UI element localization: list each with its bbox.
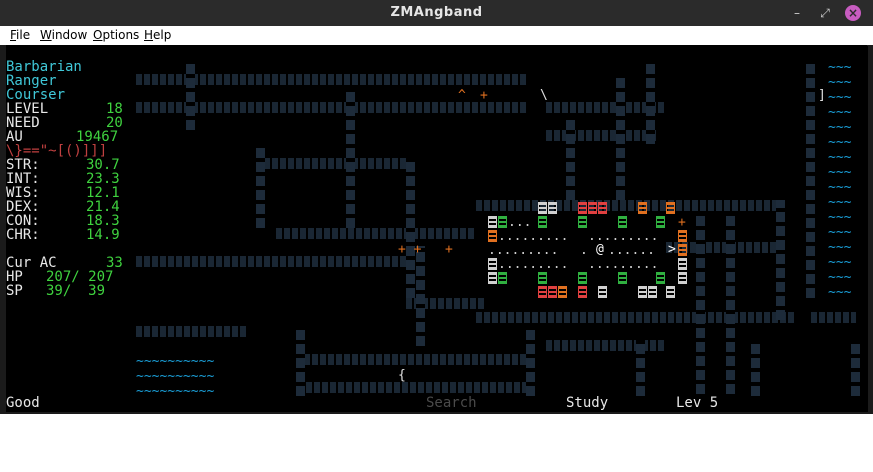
trap-icon: ^ (458, 88, 466, 103)
title-bar: ZMAngband – ⤢ × (0, 0, 873, 26)
class-label: Ranger (6, 73, 57, 89)
dex-label: DEX: (6, 199, 40, 215)
str-value: 30.7 (86, 157, 120, 173)
menu-help[interactable]: Help (144, 28, 171, 42)
study-status: Study (566, 395, 609, 411)
game-window: ZMAngband – ⤢ × File Window Options Help (0, 0, 873, 414)
race-label: Barbarian (6, 59, 82, 75)
menu-file[interactable]: File (10, 28, 30, 42)
level-value: 18 (106, 101, 123, 117)
wis-value: 12.1 (86, 185, 120, 201)
player-character: @ (596, 242, 604, 257)
sp-value: 39/ 39 (46, 283, 106, 299)
menu-window[interactable]: Window (40, 28, 87, 42)
maximize-icon[interactable]: ⤢ (817, 5, 833, 21)
search-status: Search (426, 395, 477, 411)
ac-label: Cur AC (6, 255, 57, 271)
con-value: 18.3 (86, 213, 120, 229)
menu-bar: File Window Options Help (0, 26, 873, 45)
bolt-item: \ (540, 88, 548, 103)
gold-label: AU (6, 129, 23, 145)
hp-value: 207/ 207 (46, 269, 114, 285)
wis-label: WIS: (6, 185, 40, 201)
menu-options[interactable]: Options (93, 28, 139, 42)
health-status: Good (6, 395, 40, 411)
need-value: 20 (106, 115, 123, 131)
water-column: ~~~ ~~~ ~~~ ~~~ ~~~ ~~~ ~~~ ~~~ ~~~ ~~~ … (828, 60, 852, 300)
game-terminal[interactable]: ~~~ ~~~ ~~~ ~~~ ~~~ ~~~ ~~~ ~~~ ~~~ ~~~ … (6, 46, 868, 412)
sp-label: SP (6, 283, 23, 299)
launcher-item: { (398, 368, 406, 383)
str-label: STR: (6, 157, 40, 173)
title-label: Courser (6, 87, 66, 103)
minimize-icon[interactable]: – (789, 5, 805, 21)
ac-value: 33 (106, 255, 123, 271)
con-label: CON: (6, 213, 40, 229)
need-label: NEED (6, 115, 40, 131)
hp-label: HP (6, 269, 23, 285)
stairs-down: > (668, 242, 676, 257)
water-pool: ~~~~~~~~~~ ~~~~~~~~~~ ~~~~~~~~~~ (136, 354, 215, 399)
gold-value: 19467 (76, 129, 119, 145)
depth-status: Lev 5 (676, 395, 719, 411)
level-label: LEVEL (6, 101, 49, 117)
armor-item: ] (818, 88, 826, 103)
int-value: 23.3 (86, 171, 120, 187)
equipment-summary: \}=="~[()]]] (6, 143, 108, 159)
chr-label: CHR: (6, 227, 40, 243)
window-title: ZMAngband (390, 5, 483, 20)
chr-value: 14.9 (86, 227, 120, 243)
dex-value: 21.4 (86, 199, 120, 215)
close-icon[interactable]: × (845, 5, 861, 21)
int-label: INT: (6, 171, 40, 187)
